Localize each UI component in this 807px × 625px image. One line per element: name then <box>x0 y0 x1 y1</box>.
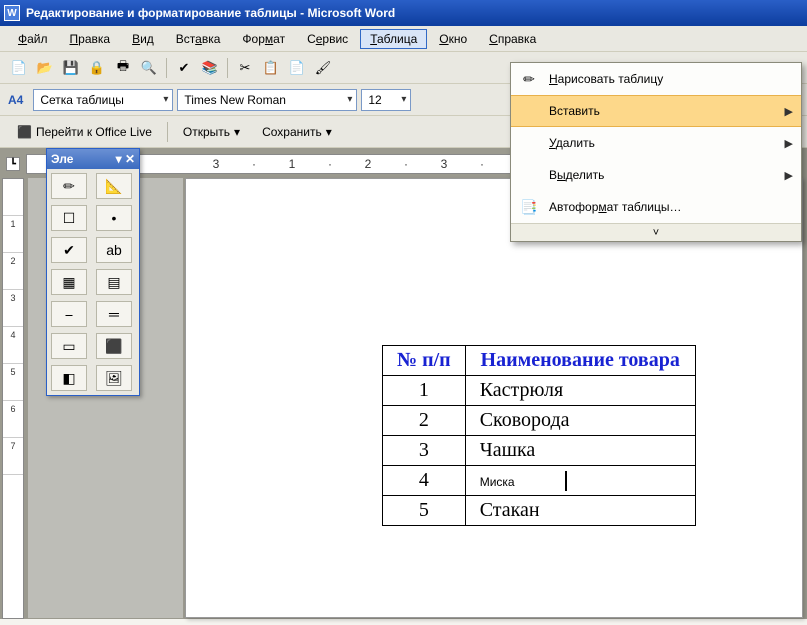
officelive-save[interactable]: Сохранить ▾ <box>253 122 341 142</box>
toolbox-header[interactable]: Эле ▾ ✕ <box>47 149 139 169</box>
new-doc-button[interactable]: 📄 <box>8 57 30 79</box>
vertical-ruler[interactable]: 1 2 3 4 5 6 7 <box>2 178 24 619</box>
tool-box[interactable]: ☐ <box>51 205 87 231</box>
print-button[interactable]: 🖶 <box>112 57 134 79</box>
menu-file[interactable]: Файл <box>8 29 58 49</box>
menu-insert-table[interactable]: Вставить ▶ <box>511 95 801 127</box>
font-combo[interactable]: Times New Roman <box>177 89 357 111</box>
officelive-open[interactable]: Открыть ▾ <box>174 122 249 142</box>
menu-table[interactable]: Таблица <box>360 29 427 49</box>
menu-draw-table[interactable]: ✏ Нарисовать таблицу <box>511 63 801 95</box>
menu-help[interactable]: Справка <box>479 29 546 49</box>
submenu-arrow-icon: ▶ <box>785 137 793 150</box>
preview-button[interactable]: 🔍 <box>138 57 160 79</box>
table-row: 1Кастрюля <box>383 376 696 406</box>
open-button[interactable]: 📂 <box>34 57 56 79</box>
tool-gradient[interactable]: ◧ <box>51 365 87 391</box>
perm-button[interactable]: 🔒 <box>86 57 108 79</box>
menu-view[interactable]: Вид <box>122 29 164 49</box>
tool-line1[interactable]: ⎯ <box>51 301 87 327</box>
menu-edit[interactable]: Правка <box>60 29 121 49</box>
tab-selector[interactable]: ┗ <box>6 157 20 171</box>
menubar: Файл Правка Вид Вставка Формат Сервис Та… <box>0 26 807 52</box>
app-icon: W <box>4 5 20 21</box>
table-menu-dropdown: ✏ Нарисовать таблицу Вставить ▶ Удалить … <box>510 62 802 242</box>
text-caret <box>565 471 567 491</box>
menu-expand[interactable]: ˅ <box>511 223 801 241</box>
menu-select-table[interactable]: Выделить ▶ <box>511 159 801 191</box>
close-icon[interactable]: ✕ <box>125 152 135 166</box>
tool-grid1[interactable]: ▦ <box>51 269 87 295</box>
menu-window[interactable]: Окно <box>429 29 477 49</box>
style-combo[interactable]: Сетка таблицы <box>33 89 173 111</box>
table-row: 3Чашка <box>383 436 696 466</box>
menu-insert[interactable]: Вставка <box>166 29 231 49</box>
header-name[interactable]: Наименование товара <box>465 346 695 376</box>
table-row: 5Стакан <box>383 496 696 526</box>
fontsize-combo[interactable]: 12 <box>361 89 411 111</box>
pencil-icon: ✏ <box>519 69 539 89</box>
menu-autoformat-table[interactable]: 📑 Автоформат таблицы… <box>511 191 801 223</box>
tool-checkbox[interactable]: ✔ <box>51 237 87 263</box>
tool-grid2[interactable]: ▤ <box>96 269 132 295</box>
menu-service[interactable]: Сервис <box>297 29 358 49</box>
titlebar: W Редактирование и форматирование таблиц… <box>0 0 807 26</box>
table-row: 2Сковорода <box>383 406 696 436</box>
tool-ruler[interactable]: 📐 <box>96 173 132 199</box>
style-indicator: A4 <box>8 93 23 107</box>
document-table[interactable]: № п/п Наименование товара 1Кастрюля 2Ско… <box>382 345 696 526</box>
tool-rect[interactable]: ▭ <box>51 333 87 359</box>
copy-button[interactable]: 📋 <box>260 57 282 79</box>
table-header-row: № п/п Наименование товара <box>383 346 696 376</box>
controls-toolbox[interactable]: Эле ▾ ✕ ✏ 📐 ☐ • ✔ ab ▦ ▤ ⎯ ═ ▭ ⬛ ◧ 🖼 <box>46 148 140 396</box>
header-num[interactable]: № п/п <box>383 346 466 376</box>
submenu-arrow-icon: ▶ <box>785 105 793 118</box>
format-painter-button[interactable]: 🖌 <box>312 57 334 79</box>
autoformat-icon: 📑 <box>519 197 539 217</box>
submenu-arrow-icon: ▶ <box>785 169 793 182</box>
research-button[interactable]: 📚 <box>199 57 221 79</box>
tool-fill[interactable]: ⬛ <box>96 333 132 359</box>
window-title: Редактирование и форматирование таблицы … <box>26 6 395 20</box>
menu-format[interactable]: Формат <box>232 29 295 49</box>
tool-textbox[interactable]: ab <box>96 237 132 263</box>
cut-button[interactable]: ✂ <box>234 57 256 79</box>
save-button[interactable]: 💾 <box>60 57 82 79</box>
officelive-icon: ⬛ <box>17 125 32 139</box>
tool-line2[interactable]: ═ <box>96 301 132 327</box>
spellcheck-button[interactable]: ✔ <box>173 57 195 79</box>
table-row: 4Миска <box>383 466 696 496</box>
paste-button[interactable]: 📄 <box>286 57 308 79</box>
officelive-go[interactable]: ⬛ Перейти к Office Live <box>8 122 161 142</box>
tool-image[interactable]: 🖼 <box>96 365 132 391</box>
menu-delete-table[interactable]: Удалить ▶ <box>511 127 801 159</box>
tool-pencil[interactable]: ✏ <box>51 173 87 199</box>
tool-dot[interactable]: • <box>96 205 132 231</box>
